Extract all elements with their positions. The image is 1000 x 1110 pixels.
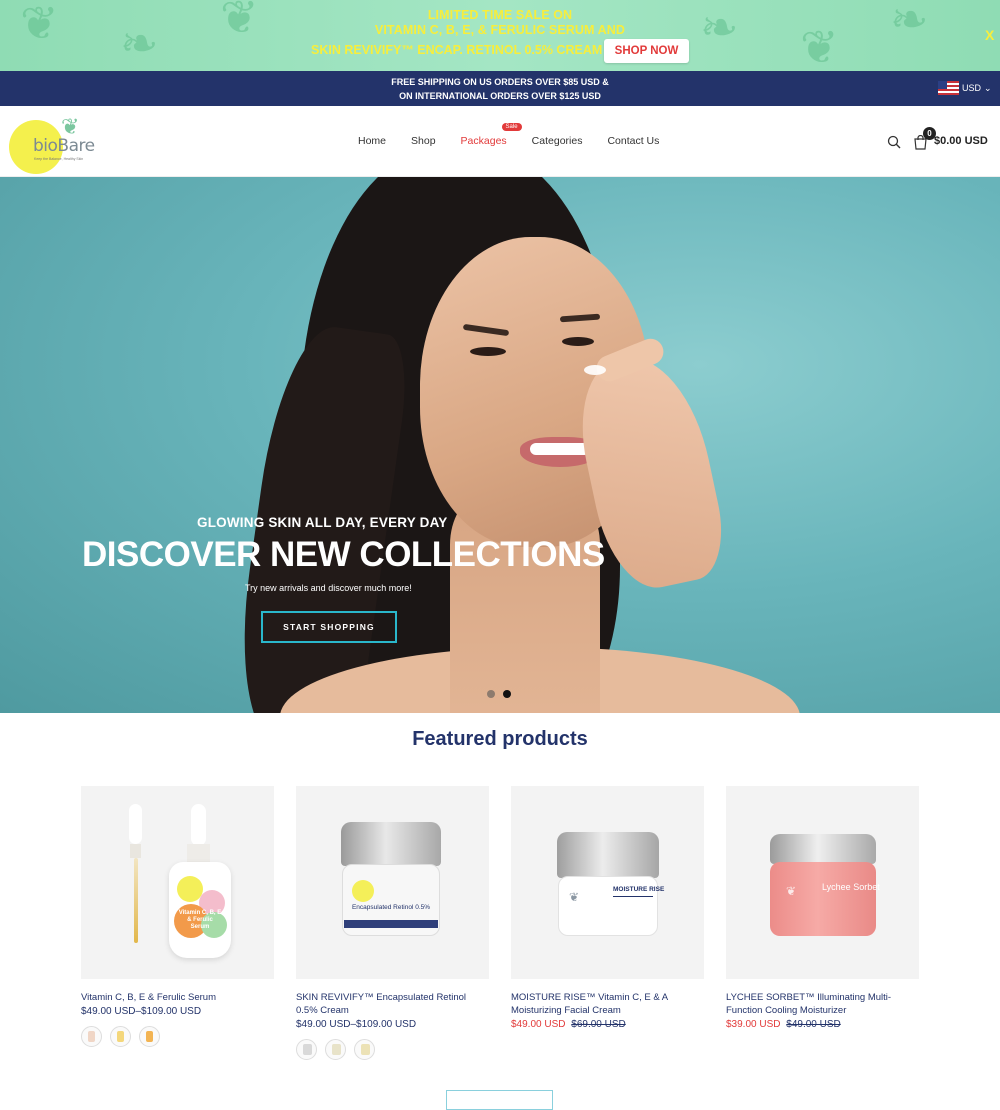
product-label-text: Encapsulated Retinol 0.5% (351, 904, 431, 911)
promo-headline: LIMITED TIME SALE ON VITAMIN C, B, E, & … (0, 8, 1000, 38)
product-price: $49.00 USD–$109.00 USD (296, 1019, 417, 1030)
jar-band (344, 920, 438, 928)
cart-total[interactable]: $0.00 USD (934, 135, 988, 147)
us-flag-icon (938, 81, 959, 95)
product-image[interactable]: Vitamin C, B, E & Ferulic Serum (81, 786, 274, 979)
promo-line-2: VITAMIN C, B, E, & FERULIC SERUM AND (374, 23, 626, 37)
product-label-text: MOISTURE RISE (613, 886, 665, 893)
product-price: $49.00 USD $69.00 USD (511, 1019, 704, 1030)
shipping-line-2: ON INTERNATIONAL ORDERS OVER $125 USD (399, 91, 601, 101)
product-name[interactable]: Vitamin C, B, E & Ferulic Serum (81, 991, 274, 1004)
nav-shop[interactable]: Shop (411, 135, 436, 147)
label-rule (613, 896, 653, 897)
shop-now-button[interactable]: SHOP NOW (604, 39, 689, 63)
variant-swatches (296, 1039, 489, 1060)
slider-dot-1[interactable] (487, 690, 495, 698)
hero-photo-teeth (530, 443, 590, 455)
main-nav: Home Shop Packages Sale Categories Conta… (358, 123, 684, 147)
shipping-message: FREE SHIPPING ON US ORDERS OVER $85 USD … (0, 75, 1000, 103)
sale-price: $39.00 USD (726, 1019, 781, 1030)
nav-packages[interactable]: Packages Sale (460, 123, 522, 147)
variant-swatches (81, 1026, 274, 1047)
jar-lid (770, 834, 876, 864)
variant-swatch[interactable] (296, 1039, 317, 1060)
product-name[interactable]: LYCHEE SORBET™ Illuminating Multi-Functi… (726, 991, 919, 1017)
site-logo[interactable]: ❦ bioBare Keep the Balance, Healthy Skin (9, 114, 101, 174)
original-price: $49.00 USD (786, 1019, 841, 1030)
product-name[interactable]: SKIN REVIVIFY™ Encapsulated Retinol 0.5%… (296, 991, 489, 1017)
promo-banner: ❦ ❧ ❦ ❧ ❦ ❧ LIMITED TIME SALE ON VITAMIN… (0, 0, 1000, 71)
hero-subtitle: GLOWING SKIN ALL DAY, EVERY DAY (197, 515, 448, 530)
product-card[interactable]: Vitamin C, B, E & Ferulic Serum Vitamin … (81, 786, 274, 1047)
close-promo-button[interactable]: X (985, 27, 994, 43)
jar-body (770, 862, 876, 936)
product-label-text: Vitamin C, B, E & Ferulic Serum (178, 910, 222, 930)
shipping-line-1: FREE SHIPPING ON US ORDERS OVER $85 USD … (391, 77, 609, 87)
brand-leaf-icon: ❦ (569, 890, 580, 904)
hero-photo-eye (562, 337, 594, 346)
shipping-bar: FREE SHIPPING ON US ORDERS OVER $85 USD … (0, 71, 1000, 106)
promo-line-1: LIMITED TIME SALE ON (427, 8, 573, 22)
nav-home[interactable]: Home (358, 135, 386, 147)
slider-dot-2[interactable] (503, 690, 511, 698)
product-image[interactable]: Encapsulated Retinol 0.5% (296, 786, 489, 979)
variant-swatch[interactable] (110, 1026, 131, 1047)
product-price: $39.00 USD $49.00 USD (726, 1019, 919, 1030)
hero-description: Try new arrivals and discover much more! (245, 583, 412, 593)
logo-text: bioBare (33, 136, 95, 156)
sale-price: $49.00 USD (511, 1019, 566, 1030)
jar-body (558, 876, 658, 936)
nav-packages-label: Packages (460, 135, 507, 147)
promo-line-3: SKIN REVIVIFY™ ENCAP. RETINOL 0.5% CREAM (311, 43, 603, 57)
product-card[interactable]: Lychee Sorbet ❦ LYCHEE SORBET™ Illuminat… (726, 786, 919, 1030)
product-image[interactable]: Lychee Sorbet ❦ (726, 786, 919, 979)
currency-selector[interactable]: USD ⌄ (938, 81, 992, 95)
variant-swatch[interactable] (354, 1039, 375, 1060)
variant-swatch[interactable] (81, 1026, 102, 1047)
bottle-neck (187, 844, 210, 864)
nav-categories[interactable]: Categories (532, 135, 583, 147)
currency-label: USD (962, 83, 982, 93)
logo-tagline: Keep the Balance, Healthy Skin (34, 157, 84, 161)
hero-slider: GLOWING SKIN ALL DAY, EVERY DAY DISCOVER… (0, 177, 1000, 713)
sale-badge: Sale (501, 123, 522, 131)
dropper-collar (130, 844, 141, 858)
jar-lid (341, 822, 441, 866)
slider-dots (487, 690, 511, 698)
dropper-bulb (129, 804, 142, 844)
featured-products-heading: Featured products (412, 728, 588, 750)
variant-swatch[interactable] (325, 1039, 346, 1060)
chevron-down-icon: ⌄ (984, 82, 992, 93)
search-icon[interactable] (887, 135, 901, 149)
hero-photo-eye (470, 347, 506, 356)
dropper-tube (134, 858, 138, 943)
bottle-cap (191, 804, 206, 846)
start-shopping-button[interactable]: START SHOPPING (261, 611, 397, 643)
product-image[interactable]: MOISTURE RISE ❦ (511, 786, 704, 979)
product-card[interactable]: Encapsulated Retinol 0.5% SKIN REVIVIFY™… (296, 786, 489, 1060)
product-name[interactable]: MOISTURE RISE™ Vitamin C, E & A Moisturi… (511, 991, 704, 1017)
product-card[interactable]: MOISTURE RISE ❦ MOISTURE RISE™ Vitamin C… (511, 786, 704, 1030)
original-price: $69.00 USD (571, 1019, 626, 1030)
jar-lid (557, 832, 659, 878)
hero-title: DISCOVER NEW COLLECTIONS (82, 535, 605, 574)
hero-photo-cream (584, 365, 606, 375)
brand-leaf-icon: ❦ (786, 884, 797, 898)
product-label-text: Lychee Sorbet (822, 882, 880, 892)
product-price: $49.00 USD–$109.00 USD (81, 1006, 202, 1017)
view-all-button[interactable] (446, 1090, 553, 1110)
site-header: ❦ bioBare Keep the Balance, Healthy Skin… (0, 106, 1000, 177)
nav-contact-us[interactable]: Contact Us (607, 135, 659, 147)
label-dot-yellow (352, 880, 374, 902)
variant-swatch[interactable] (139, 1026, 160, 1047)
